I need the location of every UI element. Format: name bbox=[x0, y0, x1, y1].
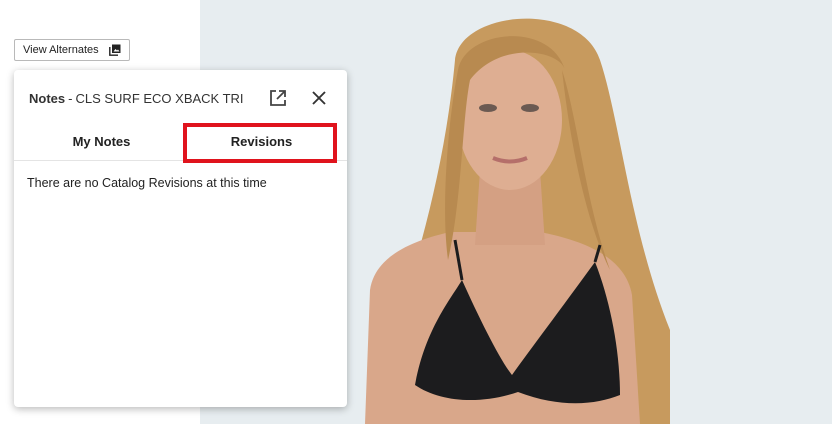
empty-revisions-message: There are no Catalog Revisions at this t… bbox=[27, 176, 267, 190]
image-stack-icon bbox=[108, 44, 121, 56]
panel-title: Notes - CLS SURF ECO XBACK TRI bbox=[29, 91, 244, 106]
tab-revisions[interactable]: Revisions bbox=[189, 124, 334, 160]
view-alternates-label: View Alternates bbox=[23, 44, 99, 56]
view-alternates-button[interactable]: View Alternates bbox=[14, 39, 130, 61]
notes-panel: Notes - CLS SURF ECO XBACK TRI My Notes Re… bbox=[14, 70, 347, 407]
panel-title-prefix: Notes bbox=[29, 91, 66, 106]
product-name: CLS SURF ECO XBACK TRI bbox=[75, 91, 244, 106]
notes-tabs: My Notes Revisions bbox=[14, 124, 347, 162]
close-icon[interactable] bbox=[310, 89, 328, 107]
tabs-divider bbox=[14, 160, 347, 161]
tab-my-notes[interactable]: My Notes bbox=[29, 124, 174, 161]
panel-title-separator: - bbox=[68, 91, 73, 106]
open-in-new-icon[interactable] bbox=[268, 88, 288, 108]
